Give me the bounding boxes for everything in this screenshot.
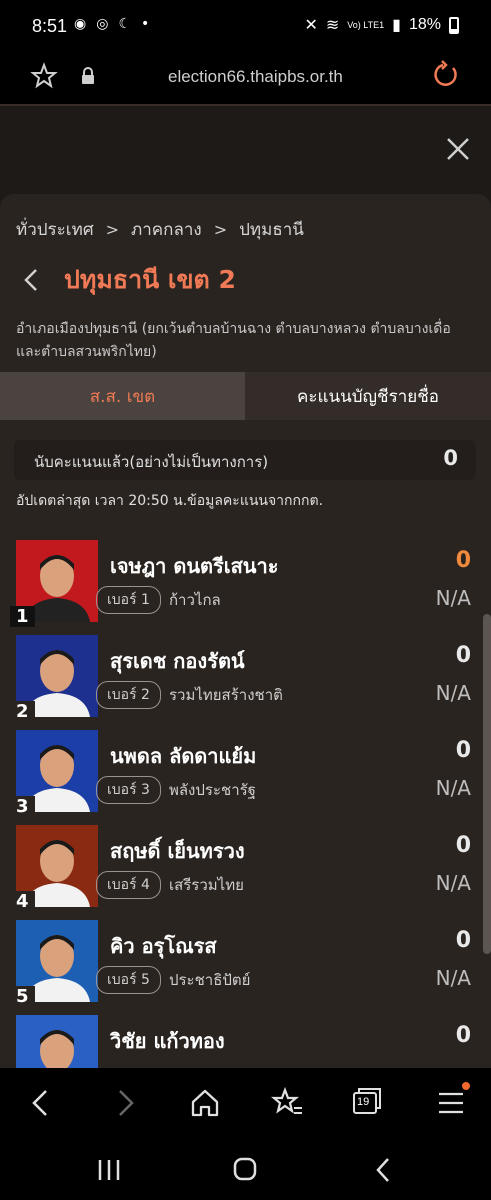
candidate-number-badge: เบอร์ 5 bbox=[96, 966, 161, 994]
candidate-score: 0 bbox=[455, 738, 471, 763]
candidate-score: 0 bbox=[455, 1023, 471, 1048]
candidate-percent: N/A bbox=[435, 681, 471, 705]
bookmark-star-icon[interactable] bbox=[30, 62, 58, 90]
notification-icons: ◉ ◎ ☾ • bbox=[74, 16, 149, 32]
bookmarks-icon[interactable] bbox=[270, 1086, 304, 1120]
candidate-photo bbox=[16, 1015, 98, 1068]
browser-toolbar: 19 bbox=[0, 1068, 491, 1140]
system-back-icon[interactable] bbox=[372, 1156, 394, 1184]
counted-votes-box: นับคะแนนแล้ว(อย่างไม่เป็นทางการ) 0 bbox=[14, 440, 476, 480]
candidate-row[interactable]: 1 เจษฎา ดนตรีเสนาะ เบอร์ 1 ก้าวไกล 0 N/A bbox=[0, 540, 491, 636]
candidate-rank: 4 bbox=[10, 891, 35, 912]
reload-icon[interactable] bbox=[431, 60, 461, 90]
district-description: อำเภอเมืองปทุมธานี (ยกเว้นตำบลบ้านฉาง ตำ… bbox=[16, 321, 451, 360]
tabs-button[interactable]: 19 bbox=[352, 1086, 386, 1120]
candidate-rank: 5 bbox=[10, 986, 35, 1007]
candidate-meta: เบอร์ 2 รวมไทยสร้างชาติ bbox=[96, 681, 283, 709]
candidate-party: พลังประชารัฐ bbox=[168, 781, 256, 799]
tab-party-list[interactable]: คะแนนบัญชีรายชื่อ bbox=[245, 372, 491, 420]
candidate-meta: เบอร์ 1 ก้าวไกล bbox=[96, 586, 221, 614]
menu-icon[interactable] bbox=[434, 1086, 468, 1120]
candidate-party: รวมไทยสร้างชาติ bbox=[168, 686, 283, 704]
chevron-right-icon: > bbox=[213, 220, 228, 239]
candidate-rank: 1 bbox=[10, 606, 35, 627]
candidate-number-badge: เบอร์ 4 bbox=[96, 871, 161, 899]
candidate-party: เสรีรวมไทย bbox=[168, 876, 244, 894]
breadcrumb-region[interactable]: ภาคกลาง bbox=[131, 216, 202, 243]
candidate-row[interactable]: 5 คิว อรุโณรส เบอร์ 5 ประชาธิปัตย์ 0 N/A bbox=[0, 920, 491, 1016]
candidate-percent: N/A bbox=[435, 776, 471, 800]
candidate-number-badge: เบอร์ 1 bbox=[96, 586, 161, 614]
candidate-number-badge: เบอร์ 3 bbox=[96, 776, 161, 804]
candidate-row[interactable]: 2 สุรเดช กองรัตน์ เบอร์ 2 รวมไทยสร้างชาต… bbox=[0, 635, 491, 731]
url-text[interactable]: election66.thaipbs.or.th bbox=[168, 67, 343, 87]
candidate-number-badge: เบอร์ 2 bbox=[96, 681, 161, 709]
line-icon: ◉ bbox=[74, 16, 87, 32]
notification-icon: ◎ bbox=[96, 16, 109, 32]
tab-count: 19 bbox=[357, 1096, 370, 1108]
signal-icon: ▮ bbox=[392, 17, 401, 34]
mute-icon: ✕ bbox=[304, 17, 318, 34]
candidate-score: 0 bbox=[455, 833, 471, 858]
network-label: Vo) LTE1 bbox=[347, 20, 385, 30]
url-bar: election66.thaipbs.or.th bbox=[0, 56, 491, 106]
moon-icon: ☾ bbox=[118, 16, 131, 32]
recent-apps-icon[interactable] bbox=[96, 1158, 122, 1182]
candidate-percent: N/A bbox=[435, 871, 471, 895]
candidate-portrait bbox=[16, 1015, 98, 1068]
candidate-rank: 2 bbox=[10, 701, 35, 722]
counted-label: นับคะแนนแล้ว(อย่างไม่เป็นทางการ) bbox=[34, 453, 269, 471]
district-modal: ทั่วประเทศ > ภาคกลาง > ปทุมธานี ปทุมธานี… bbox=[0, 194, 491, 1068]
title-row: ปทุมธานี เขต 2 bbox=[22, 260, 236, 300]
lock-icon bbox=[82, 67, 94, 84]
candidate-score: 0 bbox=[455, 643, 471, 668]
tab-district-mp[interactable]: ส.ส. เขต bbox=[0, 372, 245, 420]
candidate-meta: เบอร์ 3 พลังประชารัฐ bbox=[96, 776, 256, 804]
status-right: ✕ ≋ Vo) LTE1 ▮ 18% bbox=[304, 15, 459, 35]
status-time: 8:51 bbox=[32, 16, 68, 36]
wifi-icon: ≋ bbox=[325, 17, 340, 34]
back-icon[interactable] bbox=[24, 1086, 58, 1120]
candidate-name: วิชัย แก้วทอง bbox=[110, 1029, 225, 1053]
candidate-score: 0 bbox=[455, 548, 471, 573]
candidate-name: เจษฎา ดนตรีเสนาะ bbox=[110, 554, 279, 578]
candidate-rank: 3 bbox=[10, 796, 35, 817]
candidate-name: สุรเดช กองรัตน์ bbox=[110, 649, 245, 673]
forward-icon[interactable] bbox=[108, 1086, 142, 1120]
candidate-meta: เบอร์ 5 ประชาธิปัตย์ bbox=[96, 966, 250, 994]
candidate-name: คิว อรุโณรส bbox=[110, 934, 217, 958]
battery-percent: 18% bbox=[408, 16, 441, 33]
candidate-meta: เบอร์ 4 เสรีรวมไทย bbox=[96, 871, 244, 899]
candidate-party: ประชาธิปัตย์ bbox=[168, 971, 251, 989]
status-bar: 8:51 ◉ ◎ ☾ • ✕ ≋ Vo) LTE1 ▮ 18% bbox=[0, 0, 491, 56]
scrollbar[interactable] bbox=[483, 614, 491, 954]
back-chevron-icon[interactable] bbox=[22, 267, 40, 293]
last-update-text: อัปเดตล่าสุด เวลา 20:50 น.ข้อมูลคะแนนจาก… bbox=[16, 493, 324, 509]
dot-icon: • bbox=[141, 16, 150, 32]
menu-notification-dot bbox=[462, 1082, 470, 1090]
counted-value: 0 bbox=[443, 446, 458, 470]
home-button-icon[interactable] bbox=[232, 1156, 258, 1182]
candidate-name: สฤษดิ์ เย็นทรวง bbox=[110, 839, 245, 863]
candidate-percent: N/A bbox=[435, 586, 471, 610]
battery-icon bbox=[449, 16, 459, 34]
candidate-party: ก้าวไกล bbox=[168, 591, 221, 609]
candidate-row[interactable]: 4 สฤษดิ์ เย็นทรวง เบอร์ 4 เสรีรวมไทย 0 N… bbox=[0, 825, 491, 921]
page-title: ปทุมธานี เขต 2 bbox=[64, 265, 236, 294]
candidate-row[interactable]: 3 นพดล ลัดดาแย้ม เบอร์ 3 พลังประชารัฐ 0 … bbox=[0, 730, 491, 826]
candidate-name: นพดล ลัดดาแย้ม bbox=[110, 744, 257, 768]
breadcrumb-country[interactable]: ทั่วประเทศ bbox=[16, 216, 94, 243]
home-icon[interactable] bbox=[188, 1086, 222, 1120]
candidate-score: 0 bbox=[455, 928, 471, 953]
result-tabs: ส.ส. เขต คะแนนบัญชีรายชื่อ bbox=[0, 372, 491, 420]
breadcrumb-province[interactable]: ปทุมธานี bbox=[239, 216, 304, 243]
candidate-percent: N/A bbox=[435, 966, 471, 990]
page-content: ทั่วประเทศ > ภาคกลาง > ปทุมธานี ปทุมธานี… bbox=[0, 106, 491, 1068]
system-nav-bar bbox=[0, 1140, 491, 1200]
candidate-row[interactable]: 6 วิชัย แก้วทอง 0 bbox=[0, 1015, 491, 1068]
chevron-right-icon: > bbox=[105, 220, 120, 239]
breadcrumb: ทั่วประเทศ > ภาคกลาง > ปทุมธานี bbox=[16, 216, 304, 243]
close-icon[interactable] bbox=[445, 136, 471, 162]
